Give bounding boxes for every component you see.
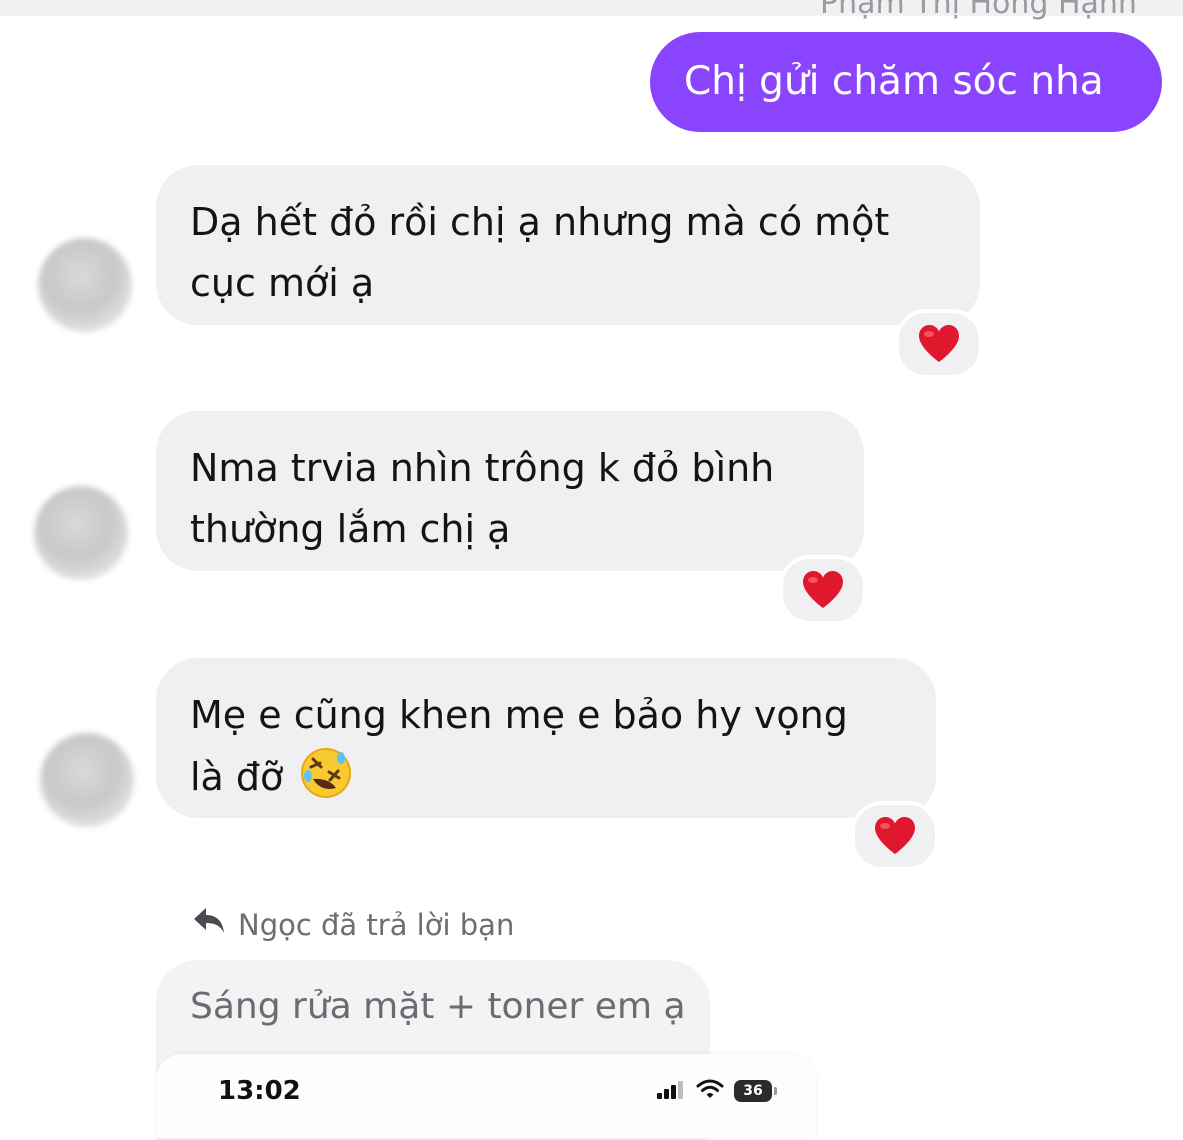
- avatar[interactable]: [40, 733, 134, 827]
- heart-reaction[interactable]: [779, 555, 867, 625]
- sender-name-cut: Phạm Thị Hồng Hạnh: [820, 0, 1137, 21]
- message-line: là đỡ: [190, 755, 284, 799]
- battery-level: 36: [743, 1083, 763, 1099]
- message-line: Mẹ e cũng khen mẹ e bảo hy vọng: [190, 693, 848, 737]
- red-heart-icon: [917, 324, 961, 364]
- attached-screenshot[interactable]: 13:02 36: [156, 1054, 816, 1138]
- reply-arrow-icon: [192, 906, 226, 943]
- quoted-message-text: Sáng rửa mặt + toner em ạ: [190, 986, 686, 1027]
- heart-reaction[interactable]: [851, 801, 939, 871]
- battery-icon: 36: [734, 1080, 777, 1102]
- message-line: Dạ hết đỏ rồi chị ạ nhưng mà có một: [190, 200, 890, 244]
- sent-message-text: Chị gửi chăm sóc nha: [684, 59, 1104, 104]
- status-bar-time: 13:02: [218, 1076, 301, 1106]
- red-heart-icon: [873, 816, 917, 856]
- red-heart-icon: [801, 570, 845, 610]
- message-line: Nma trvia nhìn trông k đỏ bình: [190, 446, 775, 490]
- status-bar-icons: 36: [656, 1078, 777, 1104]
- cellular-signal-icon: [656, 1079, 686, 1103]
- avatar[interactable]: [34, 486, 128, 580]
- wifi-icon: [696, 1078, 724, 1104]
- message-line: thường lắm chị ạ: [190, 507, 511, 551]
- received-message-bubble[interactable]: Mẹ e cũng khen mẹ e bảo hy vọng là đỡ: [156, 658, 936, 818]
- sent-message-bubble[interactable]: Chị gửi chăm sóc nha: [650, 32, 1162, 132]
- reply-label-text: Ngọc đã trả lời bạn: [238, 907, 515, 942]
- rolling-on-floor-laughing-icon: [299, 746, 353, 818]
- reply-indicator: Ngọc đã trả lời bạn: [192, 906, 514, 943]
- received-message-bubble[interactable]: Nma trvia nhìn trông k đỏ bình thường lắ…: [156, 411, 864, 571]
- received-message-bubble[interactable]: Dạ hết đỏ rồi chị ạ nhưng mà có một cục …: [156, 165, 980, 325]
- avatar[interactable]: [38, 238, 132, 332]
- heart-reaction[interactable]: [895, 309, 983, 379]
- message-line: cục mới ạ: [190, 261, 375, 305]
